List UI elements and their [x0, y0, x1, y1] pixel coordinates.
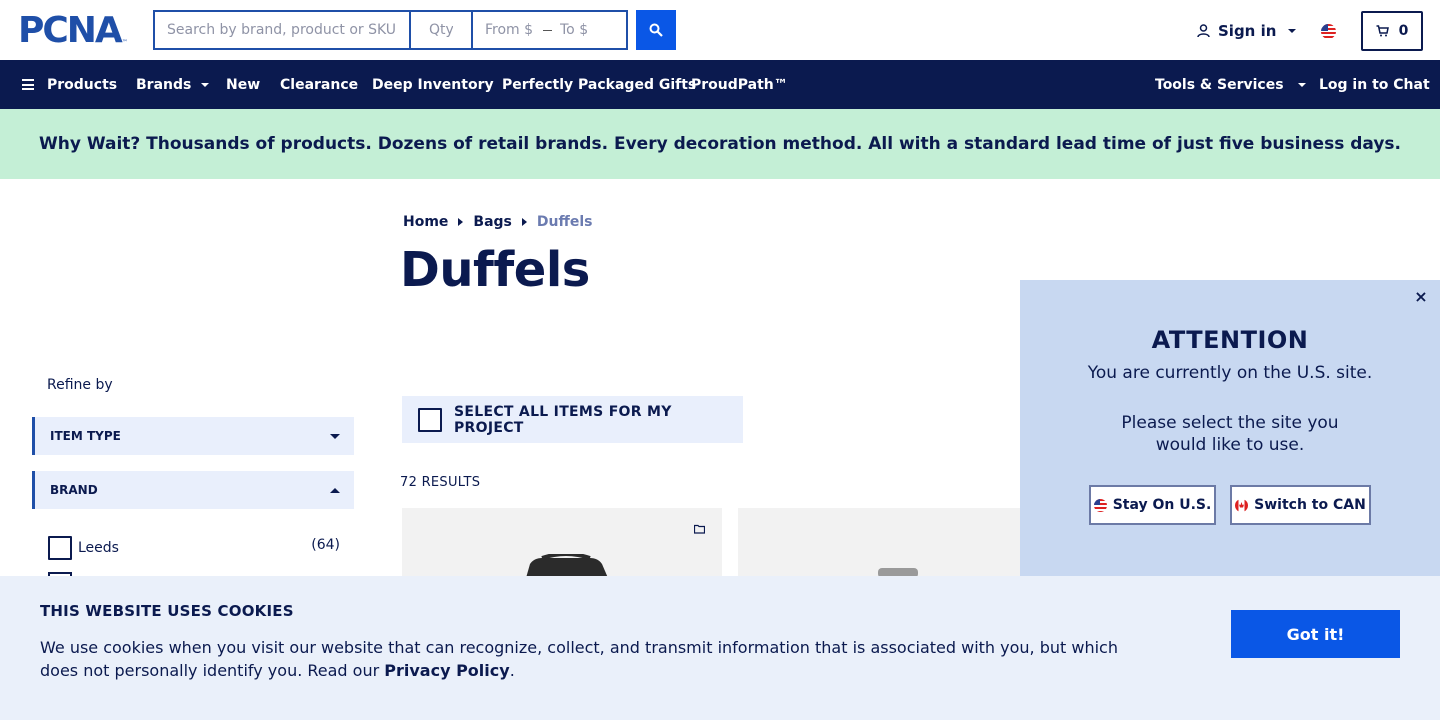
price-to-input[interactable] [560, 22, 614, 38]
region-select-modal: × ATTENTION You are currently on the U.S… [1020, 280, 1440, 576]
chevron-down-icon [330, 433, 340, 439]
brand-option-count: (64) [311, 537, 340, 553]
cart-icon [1376, 25, 1389, 37]
brand-option-label: Leeds [78, 540, 119, 556]
cart-count: 0 [1398, 23, 1409, 39]
product-card[interactable] [402, 508, 722, 578]
duffel-bag-image [526, 554, 608, 578]
cookie-banner-text-end: . [509, 661, 515, 680]
sign-in-menu[interactable]: Sign in [1197, 20, 1297, 42]
product-card[interactable] [738, 508, 1038, 578]
us-flag-icon[interactable] [1321, 24, 1336, 39]
cookie-banner-text: We use cookies when you visit our websit… [40, 638, 1118, 680]
region-modal-title: ATTENTION [1151, 326, 1309, 354]
nav-products-label: Products [47, 76, 118, 93]
site-header: PCNA ™ Sign in [0, 0, 1440, 60]
privacy-policy-link[interactable]: Privacy Policy [384, 661, 509, 680]
chevron-right-icon [458, 218, 464, 226]
logo-trademark: ™ [121, 39, 128, 46]
stay-on-us-button[interactable]: Stay On U.S. [1089, 485, 1216, 525]
facet-brand-label: BRAND [50, 483, 98, 497]
results-count: 72 RESULTS [400, 475, 481, 490]
facet-item-type[interactable]: ITEM TYPE [32, 417, 354, 455]
facet-item-type-label: ITEM TYPE [50, 429, 121, 443]
cart-button[interactable]: 0 [1361, 11, 1423, 51]
breadcrumb-current: Duffels [536, 214, 593, 230]
brand-checkbox[interactable] [48, 536, 72, 560]
price-range [473, 12, 628, 48]
breadcrumb-home[interactable]: Home [403, 214, 448, 230]
breadcrumb: Home Bags Duffels [403, 212, 592, 232]
main-nav: Products Brands New Clearance Deep Inven… [0, 60, 1440, 109]
select-all-checkbox[interactable] [418, 407, 442, 432]
chevron-down-icon [1297, 82, 1306, 87]
nav-brands[interactable]: Brands [136, 60, 210, 109]
folder-icon[interactable] [694, 524, 705, 534]
refine-by-label: Refine by [47, 377, 113, 393]
page-title: Duffels [400, 242, 590, 298]
stay-on-us-label: Stay On U.S. [1112, 497, 1212, 513]
user-icon [1197, 24, 1210, 38]
cookie-banner-body: We use cookies when you visit our websit… [40, 636, 1130, 682]
chevron-right-icon [521, 218, 527, 226]
facet-brand[interactable]: BRAND [32, 471, 354, 509]
chevron-up-icon [330, 487, 340, 493]
nav-tools-services-label: Tools & Services [1155, 76, 1284, 93]
nav-new[interactable]: New [226, 60, 260, 109]
nav-clearance[interactable]: Clearance [280, 60, 358, 109]
price-from-input[interactable] [485, 22, 539, 38]
select-all-for-project[interactable]: SELECT ALL ITEMS FOR MY PROJECT [402, 396, 743, 443]
nav-products[interactable]: Products [22, 60, 117, 109]
nav-log-in-to-chat[interactable]: Log in to Chat [1319, 60, 1430, 109]
promo-banner: Why Wait? Thousands of products. Dozens … [0, 109, 1440, 179]
search-icon [649, 23, 663, 37]
chevron-down-icon [1288, 29, 1297, 33]
select-all-label: SELECT ALL ITEMS FOR MY PROJECT [454, 403, 672, 436]
accept-cookies-button[interactable]: Got it! [1231, 610, 1400, 658]
search-button[interactable] [636, 10, 676, 50]
sign-in-label: Sign in [1218, 22, 1277, 40]
hamburger-icon [22, 79, 34, 90]
cookie-banner: THIS WEBSITE USES COOKIES We use cookies… [0, 576, 1440, 720]
close-icon[interactable]: × [1414, 289, 1428, 305]
nav-deep-inventory[interactable]: Deep Inventory [372, 60, 494, 109]
switch-to-can-label: Switch to CAN [1254, 497, 1366, 513]
us-flag-icon [1093, 498, 1107, 512]
canada-flag-icon [1235, 498, 1249, 512]
region-modal-message: Please select the site you would like to… [1121, 413, 1339, 455]
nav-proudpath[interactable]: ProudPath™ [691, 60, 788, 109]
price-range-separator [543, 29, 552, 31]
promo-text: Why Wait? Thousands of products. Dozens … [38, 134, 1402, 154]
nav-tools-services[interactable]: Tools & Services [1155, 60, 1306, 109]
search-bar [153, 10, 628, 50]
cookie-banner-title: THIS WEBSITE USES COOKIES [40, 602, 294, 620]
pcna-logo[interactable]: PCNA ™ [18, 10, 128, 51]
logo-text: PCNA [18, 10, 123, 51]
breadcrumb-bags[interactable]: Bags [473, 214, 511, 230]
nav-perfectly-packaged-gifts[interactable]: Perfectly Packaged Gifts [502, 60, 696, 109]
brand-option-leeds[interactable]: Leeds (64) [48, 536, 340, 560]
nav-brands-label: Brands [136, 76, 192, 93]
search-input[interactable] [155, 12, 411, 48]
switch-to-can-button[interactable]: Switch to CAN [1230, 485, 1371, 525]
qty-input[interactable] [411, 12, 473, 48]
chevron-down-icon [201, 82, 210, 87]
region-modal-subtitle: You are currently on the U.S. site. [1087, 363, 1373, 383]
